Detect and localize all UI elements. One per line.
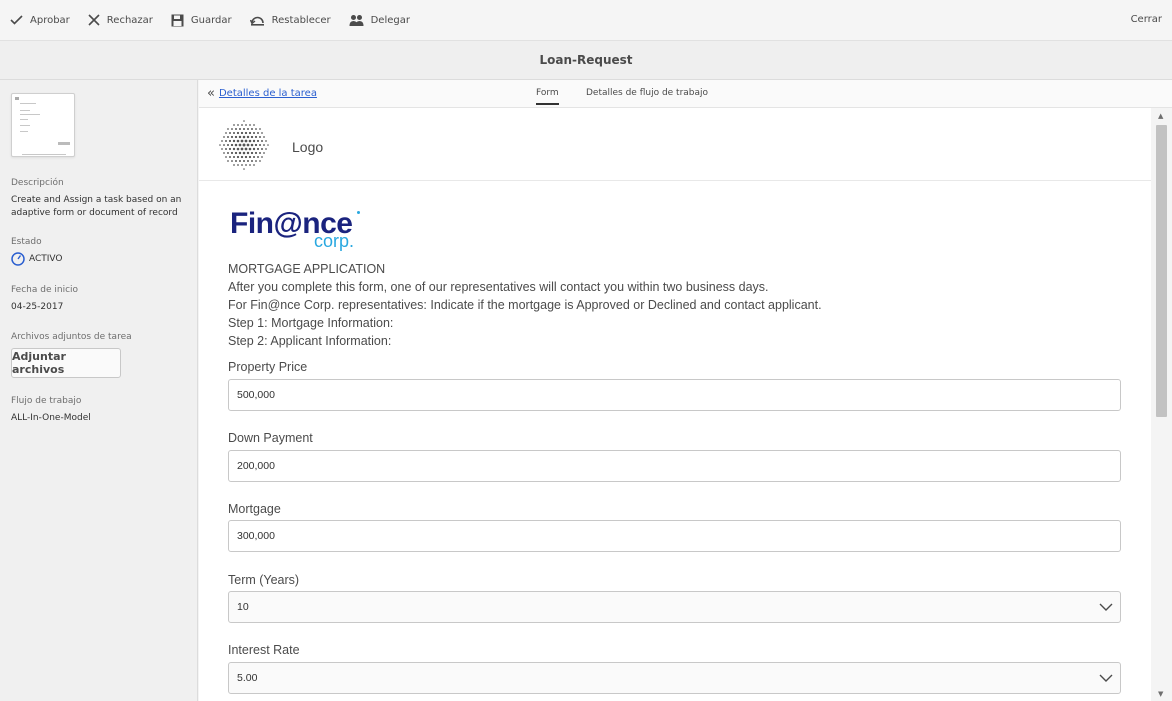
attach-files-button[interactable]: Adjuntar archivos [11, 348, 121, 378]
approve-button[interactable]: Aprobar [10, 15, 70, 26]
reject-button[interactable]: Rechazar [88, 14, 153, 26]
workflow-label: Flujo de trabajo [11, 396, 82, 406]
close-icon [88, 14, 100, 26]
start-date-value: 04-25-2017 [11, 302, 64, 312]
property-price-input[interactable]: 500,000 [228, 379, 1121, 411]
logo-label: Logo [292, 139, 324, 155]
save-disk-icon [171, 14, 184, 26]
interest-rate-select[interactable]: 5.00 [228, 662, 1121, 694]
mortgage-label: Mortgage [228, 502, 281, 516]
scroll-thumb[interactable] [1156, 125, 1167, 417]
form-heading: MORTGAGE APPLICATION [228, 262, 386, 276]
term-years-label: Term (Years) [228, 573, 300, 587]
reject-label: Rechazar [106, 14, 153, 26]
mortgage-input[interactable]: 300,000 [228, 520, 1121, 552]
term-years-value: 10 [237, 601, 249, 613]
step-1: Step 1: Mortgage Information: [228, 316, 394, 330]
description-label: Descripción [11, 178, 64, 188]
brand-dot [357, 211, 360, 214]
scroll-down-arrow-icon[interactable]: ▼ [1158, 690, 1163, 698]
users-icon [349, 14, 364, 26]
status-label: Estado [11, 237, 42, 247]
intro-line-2: For Fin@nce Corp. representatives: Indic… [228, 298, 822, 312]
start-date-label: Fecha de inicio [11, 285, 79, 295]
interest-rate-label: Interest Rate [228, 643, 300, 657]
page-title: Loan-Request [0, 41, 1172, 80]
tab-workflow-details[interactable]: Detalles de flujo de trabajo [586, 88, 708, 98]
delegate-label: Delegar [370, 14, 410, 26]
reset-label: Restablecer [271, 14, 331, 26]
form-scrollbar[interactable]: ▲ ▼ [1151, 108, 1172, 701]
step-2: Step 2: Applicant Information: [228, 334, 392, 348]
term-years-select[interactable]: 10 [228, 591, 1121, 623]
intro-line-1: After you complete this form, one of our… [228, 280, 769, 294]
back-link-label: Detalles de la tarea [218, 88, 317, 99]
attachments-label: Archivos adjuntos de tarea [11, 332, 132, 342]
checkmark-icon [10, 15, 23, 25]
chevron-down-icon [1099, 674, 1113, 682]
main-panel: « Detalles de la tarea Form Detalles de … [199, 80, 1172, 701]
reset-icon [249, 16, 264, 26]
interest-rate-value: 5.00 [237, 672, 258, 684]
chevron-down-icon [1099, 603, 1113, 611]
double-chevron-left-icon: « [207, 85, 215, 101]
task-details-sidebar: Descripción Create and Assign a task bas… [0, 80, 198, 701]
close-button[interactable]: Cerrar [1131, 14, 1162, 25]
save-button[interactable]: Guardar [171, 14, 232, 27]
action-toolbar: Aprobar Rechazar Guardar Restablecer Del… [0, 0, 1172, 41]
reset-button[interactable]: Restablecer [249, 14, 331, 26]
scroll-up-arrow-icon[interactable]: ▲ [1158, 112, 1163, 120]
delegate-button[interactable]: Delegar [349, 14, 410, 27]
property-price-label: Property Price [228, 360, 308, 374]
form-intro: MORTGAGE APPLICATION After you complete … [228, 260, 822, 350]
back-to-task-details-link[interactable]: « Detalles de la tarea [207, 85, 317, 101]
clock-icon [11, 252, 25, 266]
workflow-value: ALL-In-One-Model [11, 413, 91, 423]
tabs-bar: « Detalles de la tarea Form Detalles de … [199, 80, 1172, 108]
status-badge: ACTIVO [11, 252, 191, 266]
down-payment-input[interactable]: 200,000 [228, 450, 1121, 482]
description-value: Create and Assign a task based on an ada… [11, 195, 182, 218]
adaptive-form: Logo Fin@nce corp. MORTGAGE APPLICATION … [199, 108, 1151, 701]
brand-sub: corp. [314, 231, 355, 251]
tab-form[interactable]: Form [536, 88, 559, 105]
save-label: Guardar [190, 14, 232, 26]
finance-corp-logo: Fin@nce corp. [228, 205, 365, 255]
down-payment-label: Down Payment [228, 431, 313, 445]
status-value: ACTIVO [29, 253, 63, 264]
dotted-globe-logo-icon [219, 120, 269, 170]
form-thumbnail[interactable] [11, 93, 75, 157]
form-header: Logo [199, 108, 1151, 181]
approve-label: Aprobar [30, 14, 70, 26]
